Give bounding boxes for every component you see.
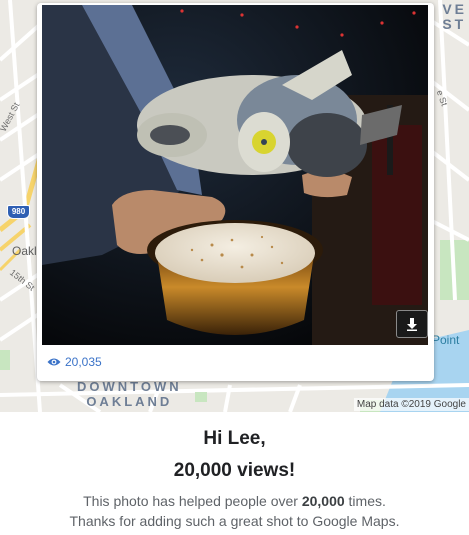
headline: 20,000 views! — [173, 460, 296, 481]
body-line-1: This photo has helped people over 20,000… — [0, 493, 469, 509]
view-count-value: 20,035 — [65, 355, 102, 369]
download-icon — [407, 317, 417, 331]
download-button[interactable] — [396, 310, 428, 338]
body-line-2: Thanks for adding such a great shot to G… — [69, 513, 400, 529]
notification-page: West St 980 Oakl 15th St DOWNTOWN OAKLAN… — [0, 0, 469, 535]
greeting: Hi Lee, — [203, 428, 266, 449]
view-count: 20,035 — [47, 355, 102, 369]
map-credit: Map data ©2019 Google — [353, 398, 469, 411]
user-photo[interactable] — [42, 5, 428, 345]
photo-card: 20,035 — [37, 3, 434, 381]
photo-image — [42, 5, 428, 345]
body-line-1-suffix: times. — [344, 493, 386, 509]
body-line-1-prefix: This photo has helped people over — [83, 493, 302, 509]
eye-icon — [47, 357, 61, 367]
body-line-1-count: 20,000 — [301, 493, 345, 509]
highway-shield: 980 — [7, 205, 30, 219]
